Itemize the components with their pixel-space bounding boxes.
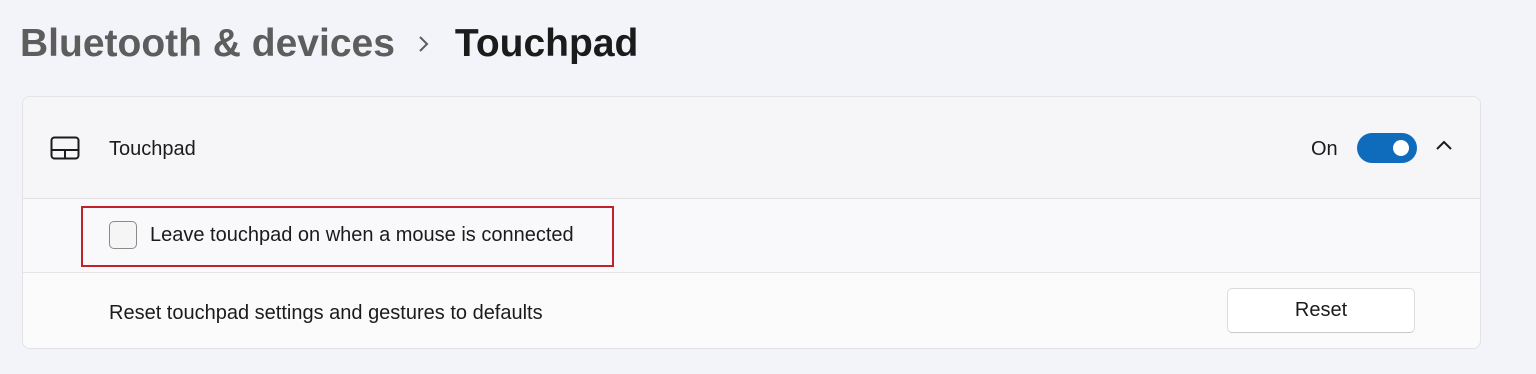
reset-button[interactable]: Reset	[1227, 288, 1415, 333]
touchpad-toggle-switch[interactable]	[1357, 133, 1417, 163]
breadcrumb: Bluetooth & devices Touchpad	[20, 18, 638, 70]
toggle-state-label: On	[1311, 138, 1338, 160]
leave-touchpad-on-label[interactable]: Leave touchpad on when a mouse is connec…	[150, 223, 574, 247]
breadcrumb-parent-link[interactable]: Bluetooth & devices	[20, 18, 395, 70]
chevron-right-icon	[395, 18, 455, 70]
touchpad-icon	[50, 136, 80, 165]
toggle-knob	[1393, 140, 1409, 156]
chevron-up-icon[interactable]	[1434, 138, 1454, 157]
touchpad-settings-card: Touchpad On Leave touchpad on when a mou…	[22, 96, 1481, 349]
reset-row: Reset touchpad settings and gestures to …	[23, 273, 1480, 348]
page-title: Touchpad	[454, 22, 639, 65]
touchpad-label: Touchpad	[109, 138, 196, 160]
reset-description: Reset touchpad settings and gestures to …	[109, 302, 543, 324]
leave-touchpad-on-checkbox[interactable]	[109, 221, 137, 249]
touchpad-expander-header[interactable]: Touchpad On	[23, 97, 1480, 199]
